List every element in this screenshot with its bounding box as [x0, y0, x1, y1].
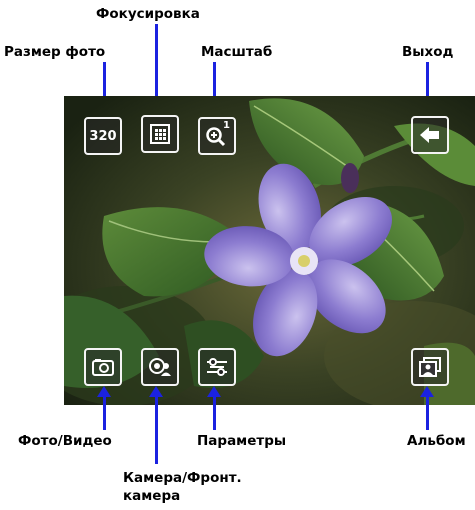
focus-icon [150, 124, 170, 144]
photo-video-button[interactable] [84, 348, 122, 386]
album-button[interactable] [411, 348, 449, 386]
pointer-line [213, 396, 216, 430]
exit-label: Выход [402, 44, 454, 60]
camera-front-label: Камера/Фронт. [123, 470, 242, 486]
settings-icon [207, 358, 227, 376]
settings-button[interactable] [198, 348, 236, 386]
camera-mode-icon [92, 359, 114, 376]
photo-video-label: Фото/Видео [18, 433, 112, 449]
params-label: Параметры [197, 433, 287, 449]
zoom-label: Масштаб [201, 44, 273, 60]
switch-camera-button[interactable] [141, 348, 179, 386]
album-label: Альбом [407, 433, 466, 449]
focus-button[interactable] [141, 115, 179, 153]
pointer-line [155, 24, 158, 106]
photo-size-value: 320 [89, 128, 117, 144]
zoom-level: 1 [223, 120, 230, 131]
switch-camera-icon [149, 358, 171, 376]
camera-front-label-line2: камера [123, 488, 181, 504]
pointer-line [426, 396, 429, 430]
photo-size-label: Размер фото [4, 44, 106, 60]
pointer-line [155, 396, 158, 464]
exit-button[interactable] [411, 116, 449, 154]
photo-size-button[interactable]: 320 [84, 117, 122, 155]
zoom-button[interactable]: 1 [198, 117, 236, 155]
album-icon [419, 357, 441, 377]
focus-label: Фокусировка [96, 6, 200, 22]
exit-arrow-icon [420, 127, 439, 143]
pointer-line [103, 396, 106, 430]
